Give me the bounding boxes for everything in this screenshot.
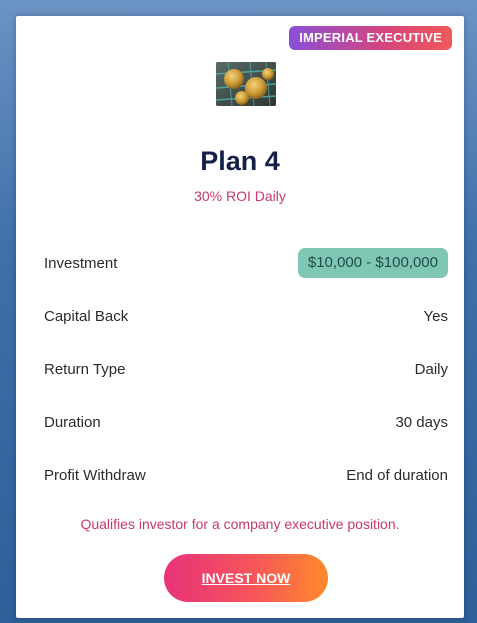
detail-label: Profit Withdraw bbox=[44, 466, 146, 484]
detail-value: 30 days bbox=[395, 413, 448, 431]
detail-row-profit-withdraw: Profit Withdraw End of duration bbox=[44, 458, 448, 492]
detail-label: Investment bbox=[44, 254, 118, 272]
invest-now-button[interactable]: INVEST NOW bbox=[164, 554, 328, 602]
plan-roi: 30% ROI Daily bbox=[194, 188, 286, 204]
tier-badge: IMPERIAL EXECUTIVE bbox=[289, 26, 452, 50]
detail-row-capital-back: Capital Back Yes bbox=[44, 299, 448, 333]
detail-value: End of duration bbox=[346, 466, 448, 484]
detail-label: Return Type bbox=[44, 360, 126, 378]
detail-row-return-type: Return Type Daily bbox=[44, 352, 448, 386]
detail-row-investment: Investment $10,000 - $100,000 bbox=[44, 246, 448, 280]
detail-label: Capital Back bbox=[44, 307, 129, 325]
detail-row-duration: Duration 30 days bbox=[44, 405, 448, 439]
bitcoin-coins-image bbox=[216, 62, 276, 106]
detail-value: Yes bbox=[423, 307, 448, 325]
plan-title: Plan 4 bbox=[200, 146, 280, 176]
investment-range-pill: $10,000 - $100,000 bbox=[297, 248, 448, 278]
detail-label: Duration bbox=[44, 413, 101, 431]
plan-card: IMPERIAL EXECUTIVE Plan 4 30% ROI Daily … bbox=[16, 16, 464, 618]
detail-value: Daily bbox=[414, 360, 448, 378]
qualification-note: Qualifies investor for a company executi… bbox=[80, 516, 400, 532]
